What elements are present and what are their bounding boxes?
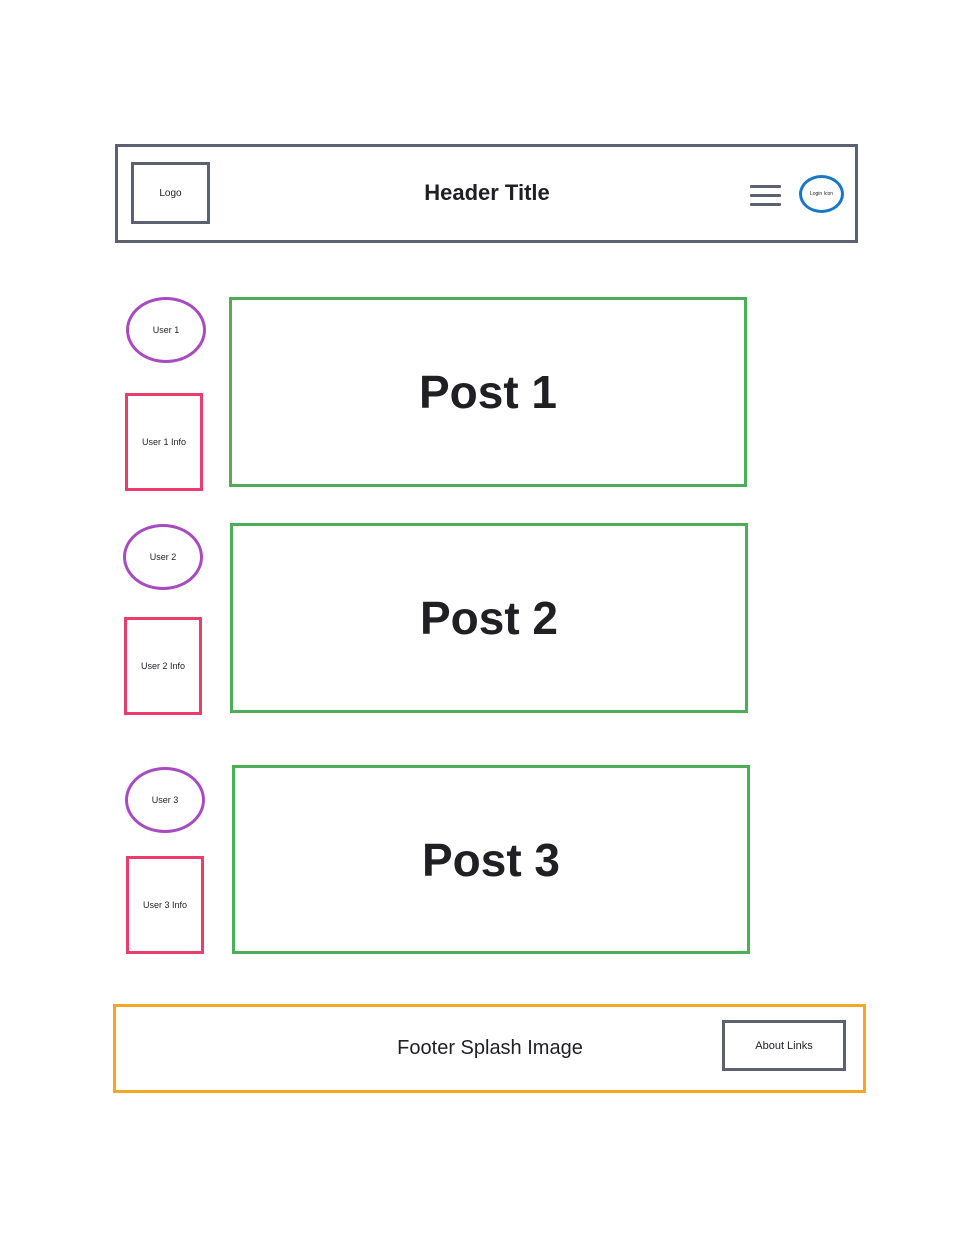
- user-avatar-1[interactable]: User 1: [126, 297, 206, 363]
- user-label: User 3: [151, 795, 179, 805]
- post-label: Post 1: [418, 366, 558, 418]
- post-card-3[interactable]: Post 3: [232, 765, 750, 954]
- user-info-1[interactable]: User 1 Info: [125, 393, 203, 491]
- user-info-label: User 1 Info: [141, 437, 187, 447]
- logo-label: Logo: [159, 187, 182, 199]
- post-label: Post 2: [419, 592, 559, 644]
- user-avatar-2[interactable]: User 2: [123, 524, 203, 590]
- about-links-button[interactable]: About Links: [722, 1020, 846, 1071]
- post-card-1[interactable]: Post 1: [229, 297, 747, 487]
- header-title: Header Title: [424, 180, 550, 205]
- user-info-3[interactable]: User 3 Info: [126, 856, 204, 954]
- user-avatar-3[interactable]: User 3: [125, 767, 205, 833]
- about-links-label: About Links: [755, 1039, 813, 1052]
- user-label: User 2: [149, 552, 177, 562]
- footer-splash-label: Footer Splash Image: [397, 1036, 583, 1059]
- hamburger-menu-icon[interactable]: [749, 183, 783, 209]
- user-info-label: User 2 Info: [140, 661, 186, 671]
- login-icon[interactable]: Login Icon: [799, 175, 844, 213]
- post-card-2[interactable]: Post 2: [230, 523, 748, 713]
- logo-box[interactable]: Logo: [131, 162, 210, 224]
- login-label: Login Icon: [809, 191, 834, 197]
- user-label: User 1: [152, 325, 180, 335]
- user-info-label: User 3 Info: [142, 900, 188, 910]
- post-label: Post 3: [421, 833, 561, 886]
- user-info-2[interactable]: User 2 Info: [124, 617, 202, 715]
